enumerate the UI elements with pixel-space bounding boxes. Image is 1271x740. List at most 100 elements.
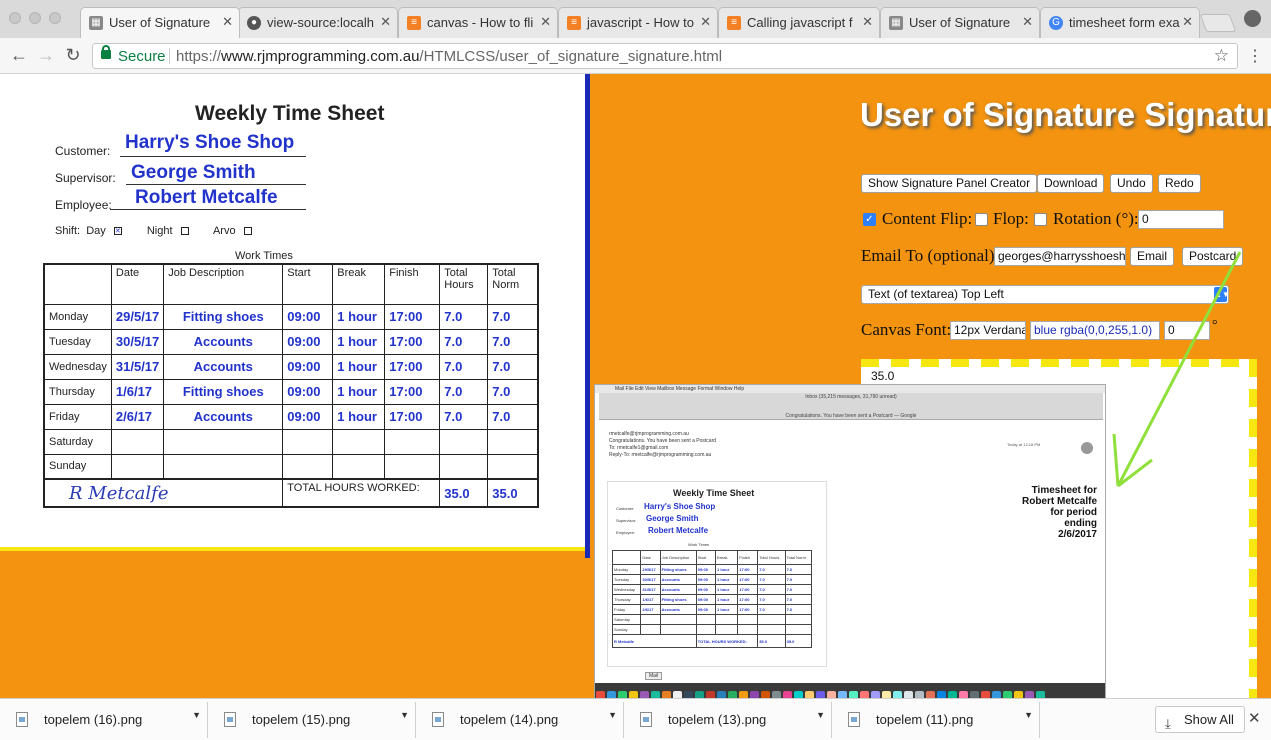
table-cell [110, 428, 165, 455]
underline [110, 209, 306, 210]
table-cell: 17:00 [384, 378, 441, 405]
download-item[interactable]: topelem (16).png ▼ [4, 702, 208, 738]
divider [169, 48, 170, 64]
image-file-icon [640, 712, 652, 727]
mini-cell: Saturday [611, 614, 642, 625]
rotation-input[interactable]: 0 [1138, 210, 1224, 229]
mini-cell: 17:00 [737, 594, 759, 605]
secure-label: Secure [118, 48, 166, 65]
table-cell [282, 428, 334, 455]
reload-icon[interactable]: ↻ [62, 44, 84, 66]
chevron-down-icon[interactable]: ▼ [1024, 710, 1033, 720]
table-cell: 29/5/17 [110, 303, 165, 330]
flop-checkbox[interactable] [975, 213, 988, 226]
mini-cell: 09:00 [695, 604, 717, 615]
download-button[interactable]: Download [1037, 174, 1105, 193]
dock-app-icon [750, 691, 759, 698]
mini-cell: 7.0 [784, 604, 813, 615]
image-file-icon [848, 712, 860, 727]
redo-button[interactable]: Redo [1158, 174, 1201, 193]
customer-value: Harry's Shoe Shop [125, 132, 295, 153]
close-icon[interactable]: ✕ [1182, 14, 1193, 30]
mini-header-cell: Total Hours [757, 550, 786, 565]
show-signature-panel-creator-button[interactable]: Show Signature Panel Creator [861, 174, 1038, 193]
tab-user-of-signature[interactable]: ▦ User of Signature ✕ [80, 7, 240, 38]
image-file-icon [432, 712, 444, 727]
column-header: Break [332, 263, 386, 305]
address-bar[interactable]: Secure https://www.rjmprogramming.com.au… [92, 43, 1238, 69]
mini-cell: 7.0 [757, 584, 786, 595]
show-all-button[interactable]: ⤓ Show All [1155, 706, 1245, 733]
lock-icon [101, 45, 111, 59]
close-icon[interactable]: ✕ [700, 14, 711, 30]
url-host: www.rjmprogramming.com.au [221, 48, 420, 65]
table-cell: Thursday [43, 378, 112, 405]
mini-total-cell: R Metcalfe [612, 634, 697, 648]
table-cell: Accounts [163, 328, 284, 355]
table-cell: Friday [43, 403, 112, 430]
window-minimize-dot[interactable] [29, 12, 41, 24]
mini-header-cell: Total Norm [784, 550, 813, 565]
profile-avatar-icon[interactable] [1244, 10, 1261, 27]
tab-canvas-flip[interactable]: ≡ canvas - How to fli ✕ [398, 7, 558, 38]
download-item[interactable]: topelem (11).png ▼ [836, 702, 1040, 738]
chevron-down-icon[interactable]: ▼ [816, 710, 825, 720]
table-cell: Sunday [43, 453, 112, 480]
download-item[interactable]: topelem (13).png ▼ [628, 702, 832, 738]
close-icon[interactable]: ✕ [1248, 709, 1261, 727]
mail-window-title: Inbox (35,215 messages, 31,790 unread) [805, 394, 897, 400]
content-flip-checkbox[interactable]: ✓ [863, 213, 876, 226]
chevron-down-icon[interactable]: ▼ [608, 710, 617, 720]
shift-arvo-label: Arvo [212, 225, 236, 237]
font-input[interactable]: 12px Verdana [950, 321, 1026, 340]
chevron-down-icon[interactable]: ▼ [192, 710, 201, 720]
dock-app-icon [860, 691, 869, 698]
mini-header-cell: Date [640, 550, 661, 565]
window-close-dot[interactable] [9, 12, 21, 24]
tab-calling-javascript[interactable]: ≡ Calling javascript f ✕ [718, 7, 880, 38]
download-item[interactable]: topelem (14).png ▼ [420, 702, 624, 738]
mini-row: Wednesday 31/5/17 Accounts 09:00 1 hour 17:00… [611, 584, 813, 595]
chevron-down-icon[interactable]: ▼ [400, 710, 409, 720]
mini-header-cell [611, 550, 642, 565]
table-cell: 1 hour [332, 303, 386, 330]
download-item[interactable]: topelem (15).png ▼ [212, 702, 416, 738]
tab-view-source[interactable]: ● view-source:localh ✕ [238, 7, 398, 38]
new-tab-button[interactable] [1199, 14, 1237, 32]
more-menu-icon[interactable]: ⋮ [1247, 46, 1263, 66]
email-to-label: Email To (optional): [861, 246, 1000, 265]
mac-menubar: Mail File Edit View Mailbox Message Form… [595, 385, 1105, 393]
mail-from: rmetcalfe@rjmprogramming.com.au [609, 431, 689, 437]
bookmark-star-icon[interactable]: ☆ [1214, 46, 1229, 66]
rotation-checkbox[interactable] [1034, 213, 1047, 226]
tab-title: view-source:localh [267, 15, 374, 30]
dock-app-icon [1036, 691, 1045, 698]
mini-cell [659, 624, 697, 635]
signature-cell: R Metcalfe [43, 478, 284, 508]
flop-label: Flop: [993, 209, 1029, 228]
back-arrow-icon[interactable]: ← [8, 44, 30, 66]
undo-button[interactable]: Undo [1110, 174, 1153, 193]
dock-app-icon [915, 691, 924, 698]
tab-user-of-signature-2[interactable]: ▦ User of Signature ✕ [880, 7, 1040, 38]
mini-header-cell: Start [695, 550, 717, 565]
tab-title: Calling javascript f [747, 15, 853, 30]
close-icon[interactable]: ✕ [1022, 14, 1033, 30]
dock-app-icon [959, 691, 968, 698]
url-text[interactable]: https://www.rjmprogramming.com.au/HTMLCS… [176, 48, 722, 65]
mini-customer-label: Customer: [616, 506, 635, 511]
tab-javascript-how-to[interactable]: ≡ javascript - How to ✕ [558, 7, 718, 38]
window-zoom-dot[interactable] [49, 12, 61, 24]
close-icon[interactable]: ✕ [862, 14, 873, 30]
close-icon[interactable]: ✕ [540, 14, 551, 30]
mini-total-cell: 35.0 [784, 634, 813, 648]
close-icon[interactable]: ✕ [222, 14, 233, 30]
shift-label: Shift: [55, 225, 81, 237]
column-header: Start [282, 263, 334, 305]
tab-timesheet-form[interactable]: G timesheet form exa ✕ [1040, 7, 1200, 38]
dock-app-icon [783, 691, 792, 698]
browser-toolbar: ← → ↻ Secure https://www.rjmprogramming.… [0, 38, 1271, 74]
timesheet-title: Weekly Time Sheet [195, 102, 385, 125]
forward-arrow-icon[interactable]: → [35, 44, 57, 66]
close-icon[interactable]: ✕ [380, 14, 391, 30]
